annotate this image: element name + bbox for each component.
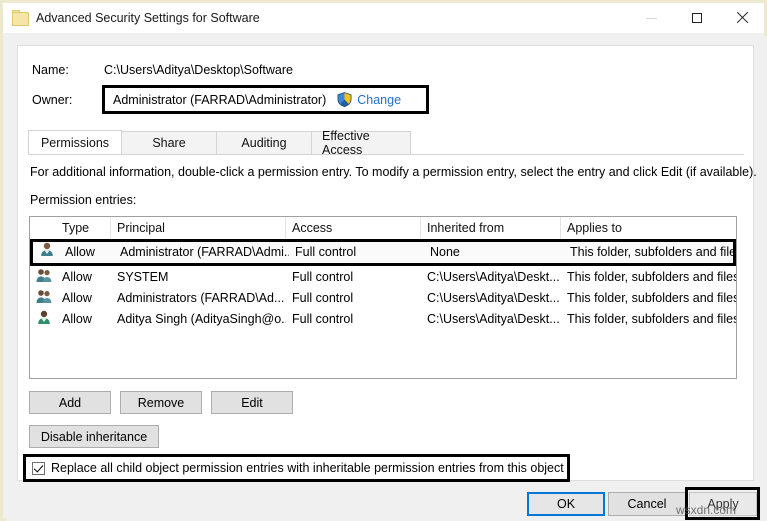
content-panel: Name: C:\Users\Aditya\Desktop\Software O…: [17, 45, 754, 481]
cell-access: Full control: [286, 312, 421, 326]
cell-inherited-from: C:\Users\Aditya\Deskt...: [421, 291, 561, 305]
cell-principal: Aditya Singh (AdityaSingh@o...: [111, 312, 286, 326]
list-header-row: Type Principal Access Inherited from App…: [30, 217, 736, 240]
window-title: Advanced Security Settings for Software: [36, 11, 260, 25]
minimize-icon: [646, 18, 657, 19]
permission-entries-list[interactable]: Type Principal Access Inherited from App…: [29, 216, 737, 379]
tab-permissions-label: Permissions: [41, 136, 109, 150]
cancel-button[interactable]: Cancel: [608, 492, 686, 516]
row-icon: [30, 288, 56, 307]
cell-type: Allow: [59, 242, 114, 263]
tab-permissions[interactable]: Permissions: [28, 130, 122, 154]
replace-child-permissions-label: Replace all child object permission entr…: [51, 461, 564, 475]
cell-applies-to: This folder, subfolders and files: [561, 270, 736, 284]
cell-applies-to: This folder, subfolders and files: [561, 312, 736, 326]
table-row[interactable]: Allow Administrator (FARRAD\Admi... Full…: [30, 239, 736, 266]
client-area: Name: C:\Users\Aditya\Desktop\Software O…: [6, 36, 767, 521]
tab-strip: Permissions Share Auditing Effective Acc…: [28, 131, 744, 155]
close-button[interactable]: [719, 3, 764, 33]
table-row[interactable]: Allow SYSTEM Full control C:\Users\Adity…: [30, 266, 736, 287]
maximize-button[interactable]: [674, 3, 719, 33]
cell-principal: SYSTEM: [111, 270, 286, 284]
advanced-security-settings-window: Advanced Security Settings for Software …: [0, 0, 767, 521]
disable-inheritance-button[interactable]: Disable inheritance: [29, 425, 159, 448]
tab-share-label: Share: [152, 136, 185, 150]
title-bar: Advanced Security Settings for Software: [3, 3, 764, 33]
tab-auditing-label: Auditing: [241, 136, 286, 150]
row-icon: [30, 267, 56, 286]
cell-applies-to: This folder, subfolders and files: [564, 242, 737, 263]
row-icon: [33, 241, 59, 264]
uac-shield-icon: [337, 92, 352, 107]
cell-inherited-from: C:\Users\Aditya\Deskt...: [421, 312, 561, 326]
name-row: Name: C:\Users\Aditya\Desktop\Software: [32, 63, 293, 77]
add-button[interactable]: Add: [29, 391, 111, 414]
watermark: wsxdn.com: [676, 503, 736, 517]
replace-child-permissions-row[interactable]: Replace all child object permission entr…: [23, 454, 570, 482]
owner-label: Owner:: [32, 93, 104, 107]
window-controls: [629, 3, 764, 33]
cell-inherited-from: C:\Users\Aditya\Deskt...: [421, 270, 561, 284]
cell-principal: Administrator (FARRAD\Admi...: [114, 242, 289, 263]
name-label: Name:: [32, 63, 104, 77]
column-header-access[interactable]: Access: [286, 217, 421, 239]
minimize-button[interactable]: [629, 3, 674, 33]
permission-entries-label: Permission entries:: [30, 193, 136, 207]
info-text: For additional information, double-click…: [30, 165, 757, 179]
table-row[interactable]: Allow Aditya Singh (AdityaSingh@o... Ful…: [30, 308, 736, 329]
column-header-inherited-from[interactable]: Inherited from: [421, 217, 561, 239]
cell-type: Allow: [56, 312, 111, 326]
close-icon: [736, 12, 748, 24]
owner-row: Owner:: [32, 93, 104, 107]
tab-auditing[interactable]: Auditing: [216, 131, 312, 154]
tab-effective-access-label: Effective Access: [322, 129, 400, 157]
table-row[interactable]: Allow Administrators (FARRAD\Ad... Full …: [30, 287, 736, 308]
column-header-type[interactable]: Type: [56, 217, 111, 239]
cell-access: Full control: [289, 242, 424, 263]
edit-button[interactable]: Edit: [211, 391, 293, 414]
column-header-icon: [30, 217, 56, 239]
name-value: C:\Users\Aditya\Desktop\Software: [104, 63, 293, 77]
folder-icon: [12, 10, 28, 26]
cell-type: Allow: [56, 291, 111, 305]
owner-value: Administrator (FARRAD\Administrator): [113, 93, 326, 107]
cell-access: Full control: [286, 270, 421, 284]
owner-value-highlight-box: Administrator (FARRAD\Administrator) Cha…: [102, 85, 429, 114]
remove-button[interactable]: Remove: [120, 391, 202, 414]
column-header-principal[interactable]: Principal: [111, 217, 286, 239]
cell-access: Full control: [286, 291, 421, 305]
tab-share[interactable]: Share: [121, 131, 217, 154]
cell-type: Allow: [56, 270, 111, 284]
change-owner-link[interactable]: Change: [357, 93, 401, 107]
cell-principal: Administrators (FARRAD\Ad...: [111, 291, 286, 305]
replace-child-permissions-checkbox[interactable]: [32, 462, 45, 475]
maximize-icon: [692, 13, 702, 23]
ok-button[interactable]: OK: [527, 492, 605, 516]
row-icon: [30, 309, 56, 328]
cell-inherited-from: None: [424, 242, 564, 263]
cell-applies-to: This folder, subfolders and files: [561, 291, 736, 305]
column-header-applies-to[interactable]: Applies to: [561, 217, 736, 239]
tab-effective-access[interactable]: Effective Access: [311, 131, 411, 154]
